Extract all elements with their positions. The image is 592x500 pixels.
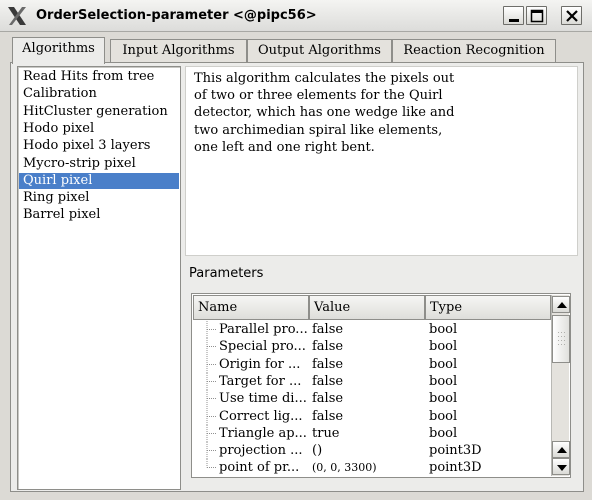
list-item[interactable]: Read Hits from tree	[19, 69, 179, 85]
table-row[interactable]: Triangle ap... true bool	[192, 424, 550, 442]
param-name: projection ...	[219, 443, 303, 459]
tree-guide-icon	[206, 321, 216, 338]
maximize-icon	[530, 9, 544, 23]
tab-label: Input Algorithms	[122, 43, 235, 58]
tree-guide-icon	[206, 355, 216, 373]
scroll-down-button[interactable]	[552, 458, 570, 475]
close-button[interactable]	[561, 6, 582, 25]
param-value: false	[312, 339, 344, 355]
list-item[interactable]: Hodo pixel	[19, 121, 179, 137]
vertical-scrollbar[interactable]	[551, 295, 570, 476]
param-type: point3D	[429, 460, 482, 476]
param-value: false	[312, 373, 344, 389]
description-box: This algorithm calculates the pixels out…	[185, 66, 578, 256]
column-header-value[interactable]: Value	[309, 295, 425, 320]
param-name: Origin for ...	[219, 356, 301, 372]
arrow-up-icon	[557, 447, 567, 453]
param-type: bool	[429, 408, 458, 424]
param-type: bool	[429, 356, 458, 372]
tab-label: Algorithms	[22, 41, 95, 56]
param-value: false	[312, 356, 344, 372]
list-item[interactable]: Mycro-strip pixel	[19, 156, 179, 172]
table-row[interactable]: Origin for ... false bool	[192, 355, 550, 373]
tree-guide-icon	[206, 407, 216, 425]
param-value: false	[312, 391, 344, 407]
param-value: (0, 0, 3300)	[312, 461, 377, 475]
table-row[interactable]: Special pro... false bool	[192, 338, 550, 356]
param-value: ()	[312, 443, 323, 459]
description-text: This algorithm calculates the pixels out…	[194, 71, 455, 155]
param-name: point of pr...	[219, 460, 300, 476]
column-header-name[interactable]: Name	[193, 295, 309, 320]
tree-guide-icon	[206, 442, 216, 460]
table-row[interactable]: Target for ... false bool	[192, 372, 550, 390]
param-type: bool	[429, 322, 458, 337]
tree-guide-icon	[206, 459, 216, 469]
param-value: false	[312, 322, 344, 337]
tree-guide-icon	[206, 390, 216, 408]
arrow-down-icon	[557, 465, 567, 471]
param-value: false	[312, 408, 344, 424]
parameters-table[interactable]: Name Value Type Parallel pro... false bo…	[191, 293, 571, 478]
list-item[interactable]: Ring pixel	[19, 190, 179, 206]
param-value: true	[312, 425, 340, 441]
param-name: Triangle ap...	[219, 425, 307, 441]
tree-guide-icon	[206, 338, 216, 356]
table-row[interactable]: point of pr... (0, 0, 3300) point3D	[192, 459, 550, 476]
list-item[interactable]: HitCluster generation	[19, 104, 179, 120]
window-title: OrderSelection-parameter <@pipc56>	[36, 8, 317, 23]
scroll-up-button[interactable]	[552, 296, 570, 313]
param-type: bool	[429, 391, 458, 407]
list-item[interactable]: Calibration	[19, 86, 179, 102]
scrollbar-thumb[interactable]	[552, 315, 570, 363]
table-row[interactable]: Use time di... false bool	[192, 390, 550, 408]
tab-label: Reaction Recognition	[403, 43, 545, 58]
algorithms-tab-panel: Read Hits from tree Calibration HitClust…	[10, 62, 584, 492]
list-item[interactable]: Hodo pixel 3 layers	[19, 138, 179, 154]
maximize-button[interactable]	[526, 6, 547, 25]
algorithm-list[interactable]: Read Hits from tree Calibration HitClust…	[17, 66, 181, 490]
param-type: bool	[429, 425, 458, 441]
param-name: Correct lig...	[219, 408, 303, 424]
tab-output-algorithms[interactable]: Output Algorithms	[247, 39, 392, 62]
parameters-label: Parameters	[189, 266, 264, 281]
param-type: bool	[429, 339, 458, 355]
x-logo-icon[interactable]	[6, 6, 28, 26]
scroll-up-button-lower[interactable]	[552, 441, 570, 458]
close-icon	[566, 10, 578, 22]
grip-icon	[558, 332, 565, 345]
column-header-type[interactable]: Type	[425, 295, 551, 320]
param-type: bool	[429, 373, 458, 389]
list-item-selected[interactable]: Quirl pixel	[19, 172, 179, 189]
tab-label: Output Algorithms	[258, 43, 381, 58]
table-row[interactable]: projection ... () point3D	[192, 442, 550, 460]
table-row[interactable]: Correct lig... false bool	[192, 407, 550, 425]
list-item[interactable]: Barrel pixel	[19, 207, 179, 223]
title-bar[interactable]: OrderSelection-parameter <@pipc56>	[0, 0, 592, 32]
param-name: Special pro...	[219, 339, 306, 355]
minimize-button[interactable]	[503, 6, 524, 25]
tab-reaction-recognition[interactable]: Reaction Recognition	[392, 39, 556, 62]
tab-input-algorithms[interactable]: Input Algorithms	[110, 39, 247, 62]
param-name: Use time di...	[219, 391, 307, 407]
tree-guide-icon	[206, 424, 216, 442]
window-body: Algorithms Input Algorithms Output Algor…	[0, 32, 592, 500]
minimize-icon	[509, 19, 519, 22]
tab-algorithms[interactable]: Algorithms	[12, 37, 105, 64]
table-row[interactable]: Parallel pro... false bool	[192, 321, 550, 338]
tree-guide-icon	[206, 372, 216, 390]
arrow-up-icon	[557, 302, 567, 308]
param-type: point3D	[429, 443, 482, 459]
param-name: Target for ...	[219, 373, 302, 389]
param-name: Parallel pro...	[219, 322, 307, 337]
